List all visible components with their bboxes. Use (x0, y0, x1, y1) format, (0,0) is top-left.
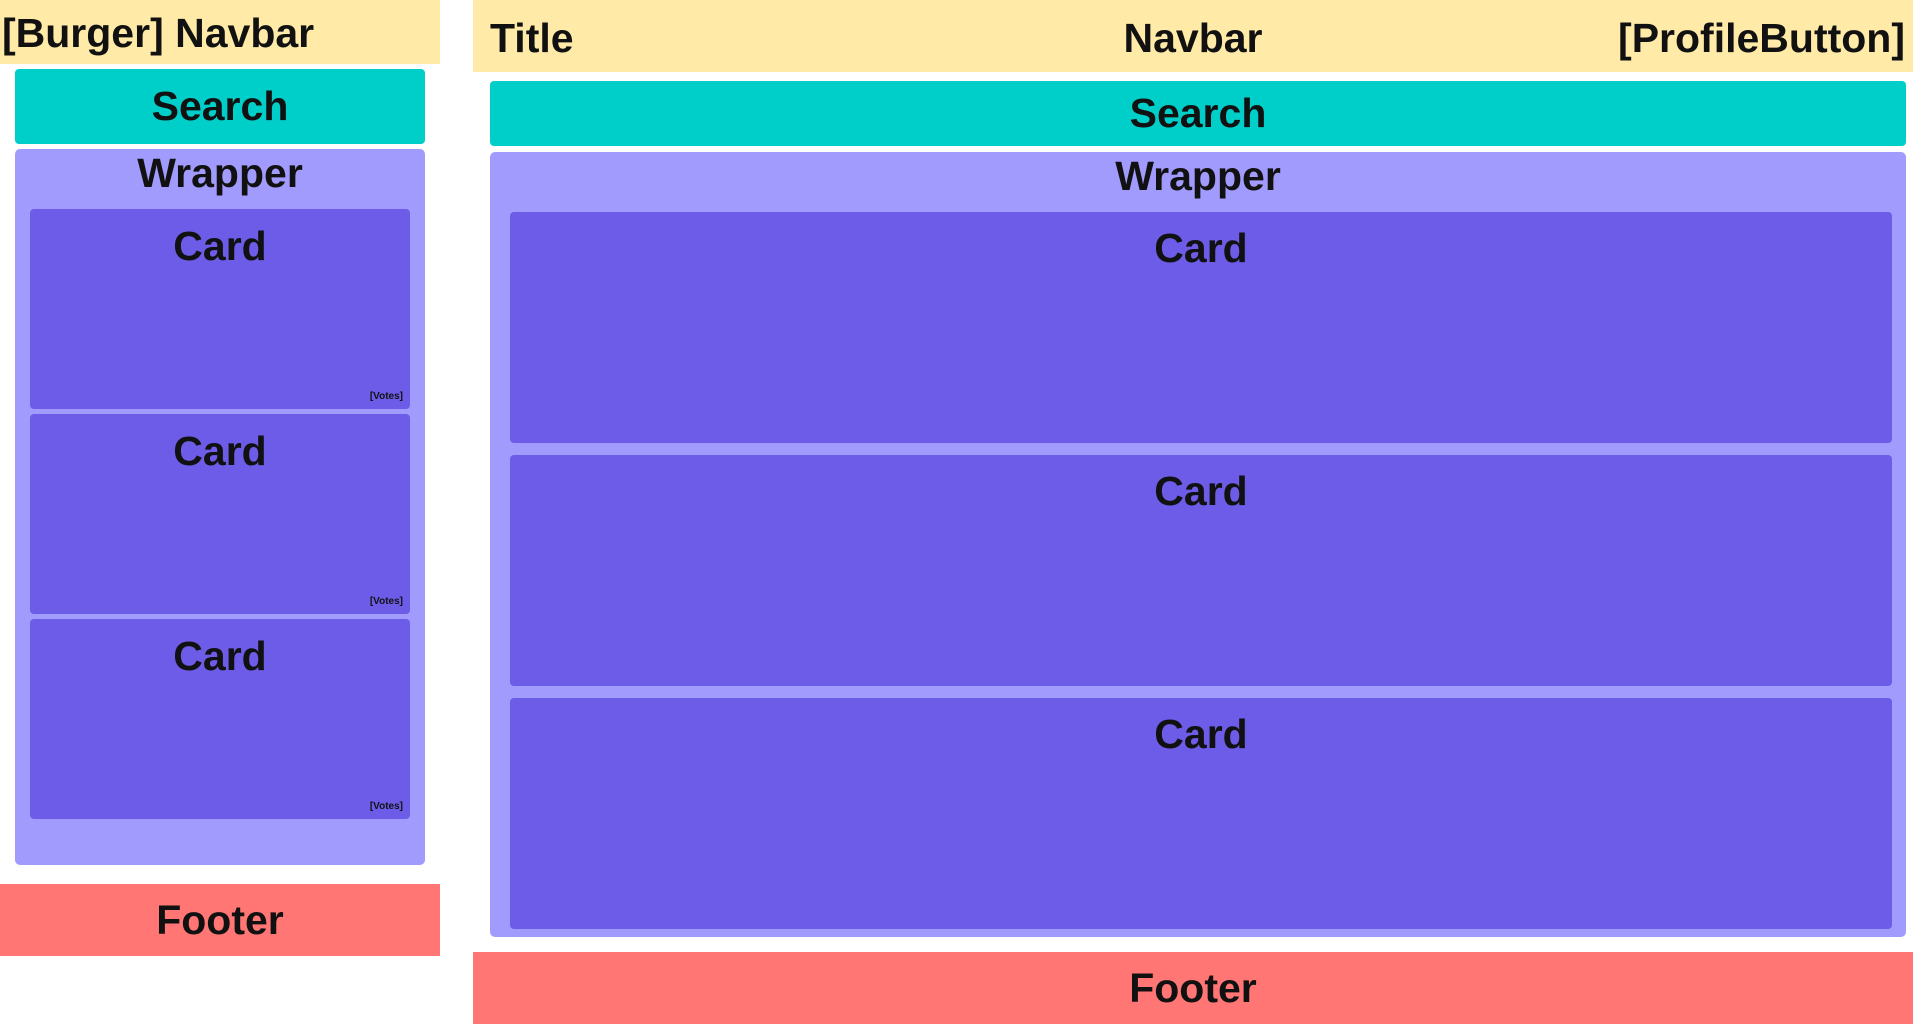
desktop-navbar-profile-button[interactable]: [ProfileButton] (1618, 18, 1905, 59)
mobile-footer-label: Footer (156, 896, 284, 943)
mobile-card-title: Card (173, 428, 267, 474)
desktop-card: Card (510, 698, 1892, 929)
mobile-footer: Footer (0, 884, 440, 956)
mobile-wrapper-label: Wrapper (137, 150, 303, 196)
mobile-search: Search (15, 69, 425, 144)
desktop-search: Search (490, 81, 1906, 146)
mobile-card: Card [Votes] (30, 209, 410, 409)
mobile-card-votes: [Votes] (369, 801, 403, 812)
desktop-card-title: Card (1154, 711, 1248, 757)
desktop-card: Card (510, 455, 1892, 686)
mobile-navbar-label: [Burger] Navbar (2, 10, 315, 56)
desktop-navbar: Title Navbar [ProfileButton] (473, 0, 1913, 72)
mobile-search-label: Search (151, 83, 289, 129)
desktop-card-title: Card (1154, 225, 1248, 271)
mobile-card-votes: [Votes] (369, 596, 403, 607)
desktop-wrapper: Wrapper Card Card Card (490, 152, 1906, 937)
mobile-card-votes: [Votes] (369, 391, 403, 402)
desktop-search-label: Search (1129, 90, 1267, 136)
mobile-card: Card [Votes] (30, 619, 410, 819)
desktop-card: Card (510, 212, 1892, 443)
desktop-footer-label: Footer (1129, 964, 1257, 1011)
mobile-navbar: [Burger] Navbar (0, 0, 440, 64)
mobile-card: Card [Votes] (30, 414, 410, 614)
desktop-footer: Footer (473, 952, 1913, 1024)
mobile-card-title: Card (173, 633, 267, 679)
desktop-card-title: Card (1154, 468, 1248, 514)
mobile-wrapper: Wrapper Card [Votes] Card [Votes] Card [… (15, 149, 425, 865)
mobile-card-title: Card (173, 223, 267, 269)
desktop-wrapper-label: Wrapper (1115, 153, 1281, 199)
